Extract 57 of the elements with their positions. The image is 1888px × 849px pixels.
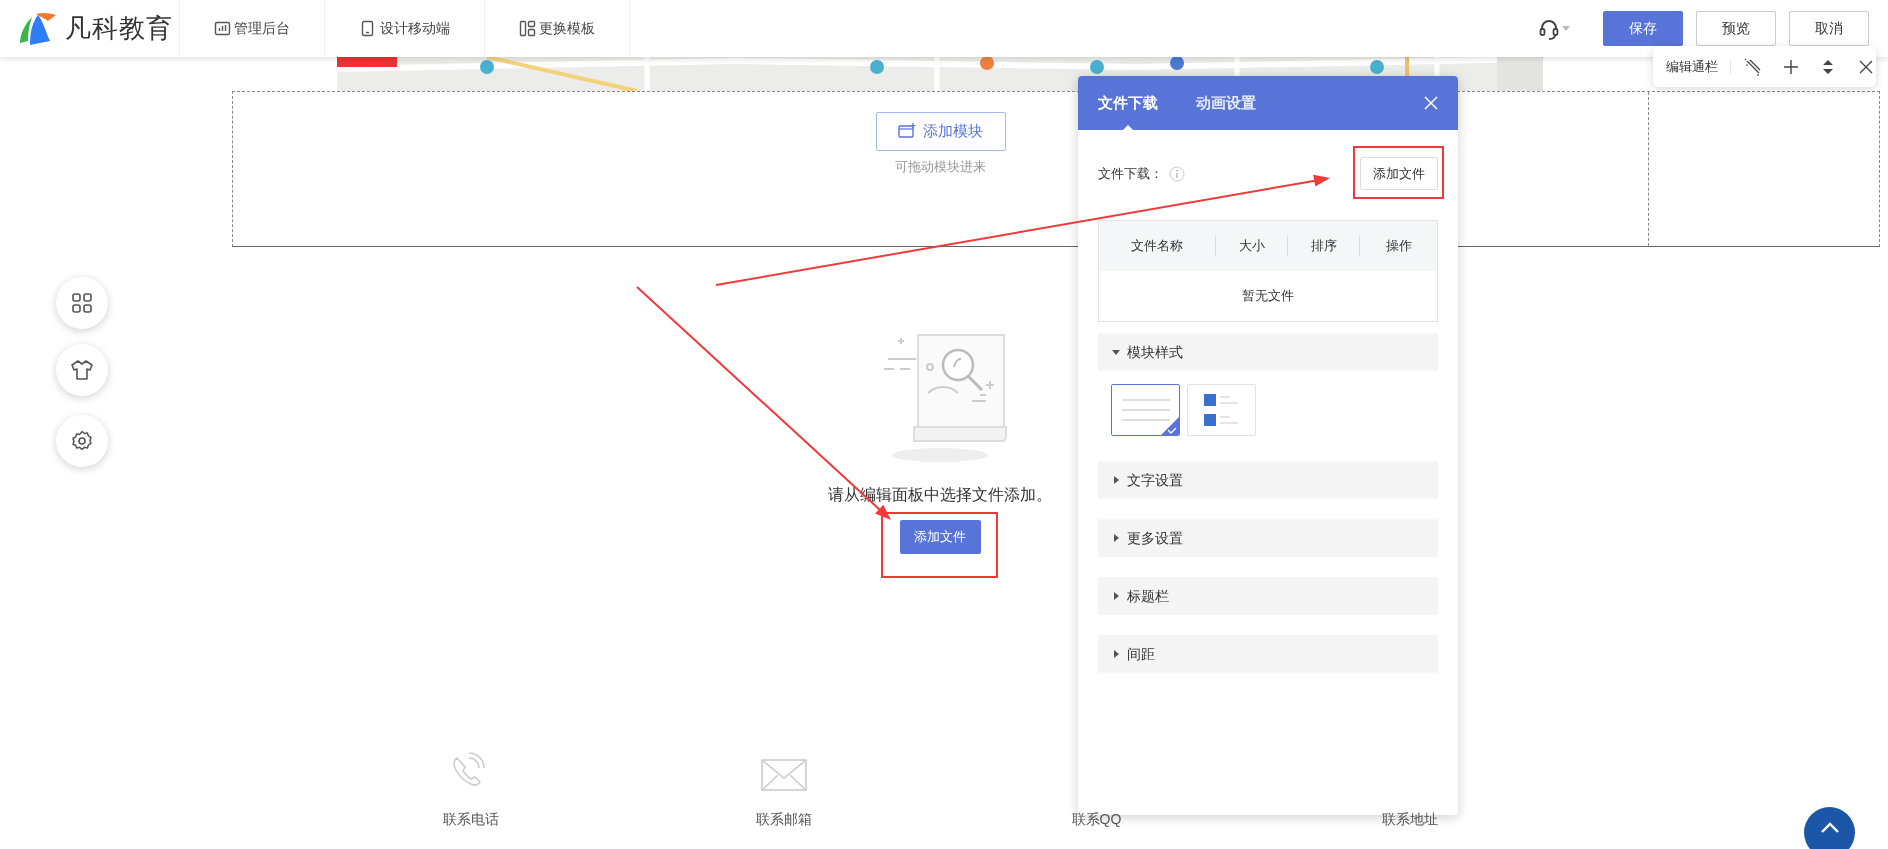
section-header[interactable]: 更多设置 bbox=[1098, 519, 1438, 557]
empty-table-text: 暂无文件 bbox=[1242, 287, 1294, 306]
close-icon bbox=[1424, 96, 1438, 110]
header-button[interactable]: 保存 bbox=[1602, 11, 1683, 46]
section-header[interactable]: 间距 bbox=[1098, 635, 1438, 673]
header-button[interactable]: 预览 bbox=[1695, 11, 1776, 46]
caret-right-icon bbox=[1112, 476, 1120, 484]
grid-icon bbox=[71, 292, 93, 314]
caret-right-icon bbox=[1112, 650, 1120, 658]
chevron-up-icon bbox=[1819, 822, 1840, 834]
style-option[interactable] bbox=[1111, 384, 1180, 436]
caret-down-icon bbox=[1112, 348, 1120, 356]
logo-text: 凡科教育 bbox=[64, 12, 173, 45]
add-module-icon bbox=[898, 123, 917, 139]
plus-icon bbox=[1781, 57, 1800, 76]
header-button[interactable]: 取消 bbox=[1788, 11, 1869, 46]
add-button[interactable] bbox=[1781, 57, 1800, 76]
file-list-icon bbox=[1204, 394, 1238, 426]
section-header[interactable]: 模块样式 bbox=[1098, 333, 1438, 371]
column-header: 大小 bbox=[1238, 237, 1265, 256]
shirt-icon bbox=[71, 359, 93, 381]
modules-button[interactable] bbox=[56, 277, 108, 329]
close-button[interactable] bbox=[1424, 96, 1438, 110]
caret-icon bbox=[1562, 26, 1570, 31]
theme-button[interactable] bbox=[56, 344, 108, 396]
logo-icon bbox=[18, 10, 58, 47]
style-button[interactable] bbox=[1744, 57, 1762, 76]
lines-icon bbox=[1121, 399, 1170, 421]
settings-button[interactable] bbox=[56, 415, 108, 467]
contact-label: 联系邮箱 bbox=[755, 809, 812, 829]
column-header: 操作 bbox=[1385, 237, 1412, 256]
add-module-button[interactable]: 添加模块 bbox=[875, 111, 1006, 151]
support-button[interactable] bbox=[1538, 17, 1570, 40]
add-file-button[interactable]: 添加文件 bbox=[899, 519, 981, 554]
add-file-button[interactable]: 添加文件 bbox=[1360, 157, 1438, 190]
section-header[interactable]: 标题栏 bbox=[1098, 577, 1438, 615]
contact-label: 联系电话 bbox=[442, 809, 499, 829]
panel-tab[interactable]: 文件下载 bbox=[1098, 76, 1158, 130]
panel-tab[interactable]: 动画设置 bbox=[1196, 76, 1256, 130]
nav-link[interactable]: 管理后台 bbox=[180, 0, 326, 57]
settings-icon bbox=[71, 430, 93, 452]
caret-right-icon bbox=[1112, 534, 1120, 542]
drag-hint: 可拖动模块进来 bbox=[895, 158, 986, 176]
back-to-top-button[interactable] bbox=[1804, 807, 1855, 849]
layout-icon bbox=[518, 20, 536, 37]
toolbar-label: 编辑通栏 bbox=[1653, 59, 1731, 74]
chart-icon bbox=[214, 20, 231, 37]
column-header: 排序 bbox=[1310, 237, 1337, 256]
contact-label: 联系地址 bbox=[1381, 809, 1438, 829]
headset-icon bbox=[1538, 17, 1559, 40]
caret-right-icon bbox=[1112, 592, 1120, 600]
column-header: 文件名称 bbox=[1131, 237, 1183, 256]
field-label: 文件下载： bbox=[1098, 164, 1163, 183]
contact-label: 联系QQ bbox=[1071, 809, 1122, 829]
section-header[interactable]: 文字设置 bbox=[1098, 461, 1438, 499]
check-icon bbox=[1161, 417, 1179, 435]
wand-icon bbox=[1744, 57, 1762, 76]
